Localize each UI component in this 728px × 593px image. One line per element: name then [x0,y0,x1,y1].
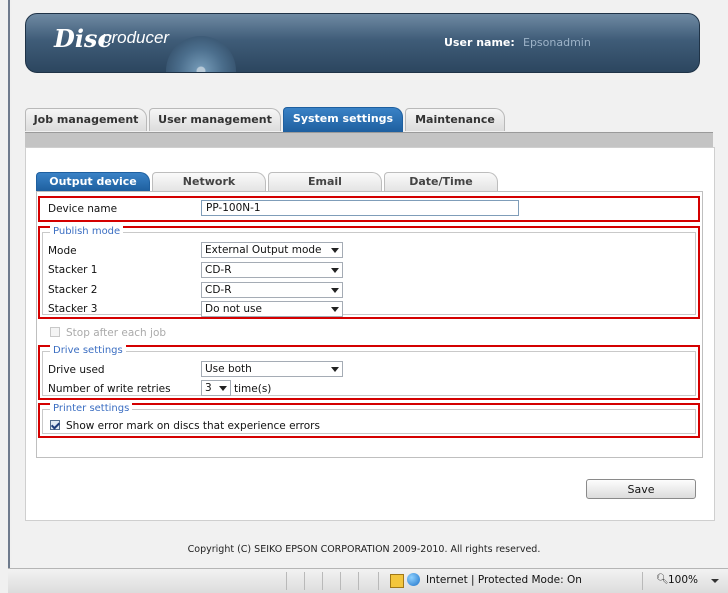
status-divider [642,572,643,590]
stop-after-job-label: Stop after each job [66,327,167,339]
copyright-text: Copyright (C) SEIKO EPSON CORPORATION 20… [187,544,541,555]
tab-date-time[interactable]: Date/Time [384,172,498,191]
drive-used-select-value: Use both [205,363,252,375]
stacker2-select[interactable]: CD-R [201,282,343,298]
zoom-level[interactable]: 100% [668,574,698,586]
zoom-dropdown-chevron-icon[interactable] [711,579,719,583]
chevron-down-icon [331,307,339,312]
header-banner: Disc producer User name: Epsonadmin [25,13,700,73]
tab-strip [25,132,713,147]
tab-email[interactable]: Email [268,172,382,191]
write-retries-select-value: 3 [205,382,212,394]
status-divider [286,572,287,590]
error-mark-checkbox[interactable] [50,420,60,430]
publish-mode-group: Publish mode [42,226,696,315]
zoom-magnifier-icon[interactable]: 🔍︎ [656,574,669,585]
internet-zone-globe-icon [407,573,420,586]
tab-user-management[interactable]: User management [149,108,281,131]
stacker3-label: Stacker 3 [48,303,98,315]
drive-settings-legend: Drive settings [50,345,126,356]
disc-graphic [166,36,236,72]
stacker1-select[interactable]: CD-R [201,262,343,278]
status-divider [340,572,341,590]
mode-select-value: External Output mode [205,244,322,256]
tab-output-device[interactable]: Output device [36,172,150,191]
status-divider [378,572,379,590]
mode-label: Mode [48,245,77,257]
window-left-border [8,0,10,592]
printer-settings-legend: Printer settings [50,403,133,414]
tab-system-settings[interactable]: System settings [283,107,403,132]
status-divider [304,572,305,590]
mode-select[interactable]: External Output mode [201,242,343,258]
write-retries-unit: time(s) [234,383,272,395]
tab-network[interactable]: Network [152,172,266,191]
stacker3-select-value: Do not use [205,303,262,315]
stacker2-label: Stacker 2 [48,284,98,296]
drive-used-select[interactable]: Use both [201,361,343,377]
stacker1-select-value: CD-R [205,264,232,276]
status-divider [322,572,323,590]
publish-mode-legend: Publish mode [50,226,124,237]
chevron-down-icon [331,288,339,293]
chevron-down-icon [331,268,339,273]
browser-status-bar: Internet | Protected Mode: On 🔍︎ 100% [8,568,728,593]
write-retries-label: Number of write retries [48,383,171,395]
tab-maintenance[interactable]: Maintenance [405,108,505,131]
protected-mode-shield-icon[interactable] [390,574,404,588]
tab-job-management[interactable]: Job management [25,108,147,131]
stop-after-job-checkbox[interactable] [50,327,60,337]
zone-status-text[interactable]: Internet | Protected Mode: On [426,574,582,586]
drive-used-label: Drive used [48,364,105,376]
device-name-label: Device name [48,203,118,215]
chevron-down-icon [331,367,339,372]
stacker2-select-value: CD-R [205,284,232,296]
device-name-input[interactable]: PP-100N-1 [201,200,519,216]
chevron-down-icon [219,386,227,391]
user-name-value: Epsonadmin [523,36,591,49]
status-divider [358,572,359,590]
write-retries-select[interactable]: 3 [201,380,231,396]
error-mark-label: Show error mark on discs that experience… [66,420,320,432]
logo-producer-text: producer [102,28,170,47]
stacker1-label: Stacker 1 [48,264,98,276]
user-name-label: User name: [444,36,515,49]
stacker3-select[interactable]: Do not use [201,301,343,317]
chevron-down-icon [331,248,339,253]
save-button[interactable]: Save [586,479,696,499]
